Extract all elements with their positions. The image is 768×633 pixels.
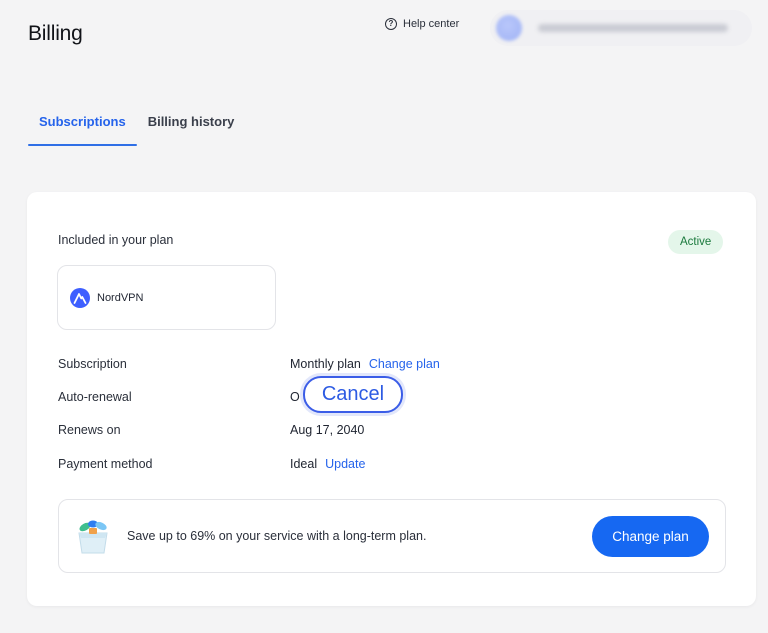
- auto-renewal-row-value: O: [290, 390, 300, 404]
- nordvpn-logo-icon: [70, 287, 90, 308]
- promo-text: Save up to 69% on your service with a lo…: [127, 529, 427, 543]
- renews-on-label: Renews on: [58, 423, 121, 437]
- change-plan-button[interactable]: Change plan: [592, 516, 709, 557]
- question-circle-icon: ?: [385, 18, 397, 30]
- account-menu[interactable]: [490, 10, 752, 46]
- subscription-value: Monthly plan: [290, 357, 361, 371]
- product-tile: NordVPN: [57, 265, 276, 330]
- gift-box-icon: [71, 513, 115, 557]
- help-center-label: Help center: [403, 18, 460, 30]
- cancel-auto-renewal-button[interactable]: Cancel: [303, 376, 403, 413]
- account-email-redacted: [538, 24, 728, 32]
- auto-renewal-value: O: [290, 390, 300, 404]
- payment-method-row-value: Ideal Update: [290, 457, 365, 471]
- auto-renewal-label: Auto-renewal: [58, 390, 132, 404]
- update-payment-link[interactable]: Update: [325, 457, 365, 471]
- change-plan-link[interactable]: Change plan: [369, 357, 440, 371]
- product-name: NordVPN: [97, 291, 144, 304]
- subscription-label: Subscription: [58, 357, 127, 371]
- billing-tabs: Subscriptions Billing history: [28, 100, 245, 146]
- help-center-link[interactable]: ? Help center: [385, 18, 459, 30]
- included-in-plan-label: Included in your plan: [58, 233, 174, 247]
- tab-billing-history[interactable]: Billing history: [137, 100, 246, 146]
- status-badge: Active: [668, 230, 724, 254]
- avatar: [496, 15, 522, 41]
- payment-method-value: Ideal: [290, 457, 318, 471]
- subscription-card: Included in your plan Active NordVPN Sub…: [27, 192, 756, 606]
- promo-banner: Save up to 69% on your service with a lo…: [58, 499, 726, 573]
- renews-on-value: Aug 17, 2040: [290, 423, 365, 437]
- tab-subscriptions[interactable]: Subscriptions: [28, 100, 137, 146]
- subscription-row-value: Monthly plan Change plan: [290, 357, 440, 371]
- page-title: Billing: [28, 22, 83, 45]
- payment-method-label: Payment method: [58, 457, 153, 471]
